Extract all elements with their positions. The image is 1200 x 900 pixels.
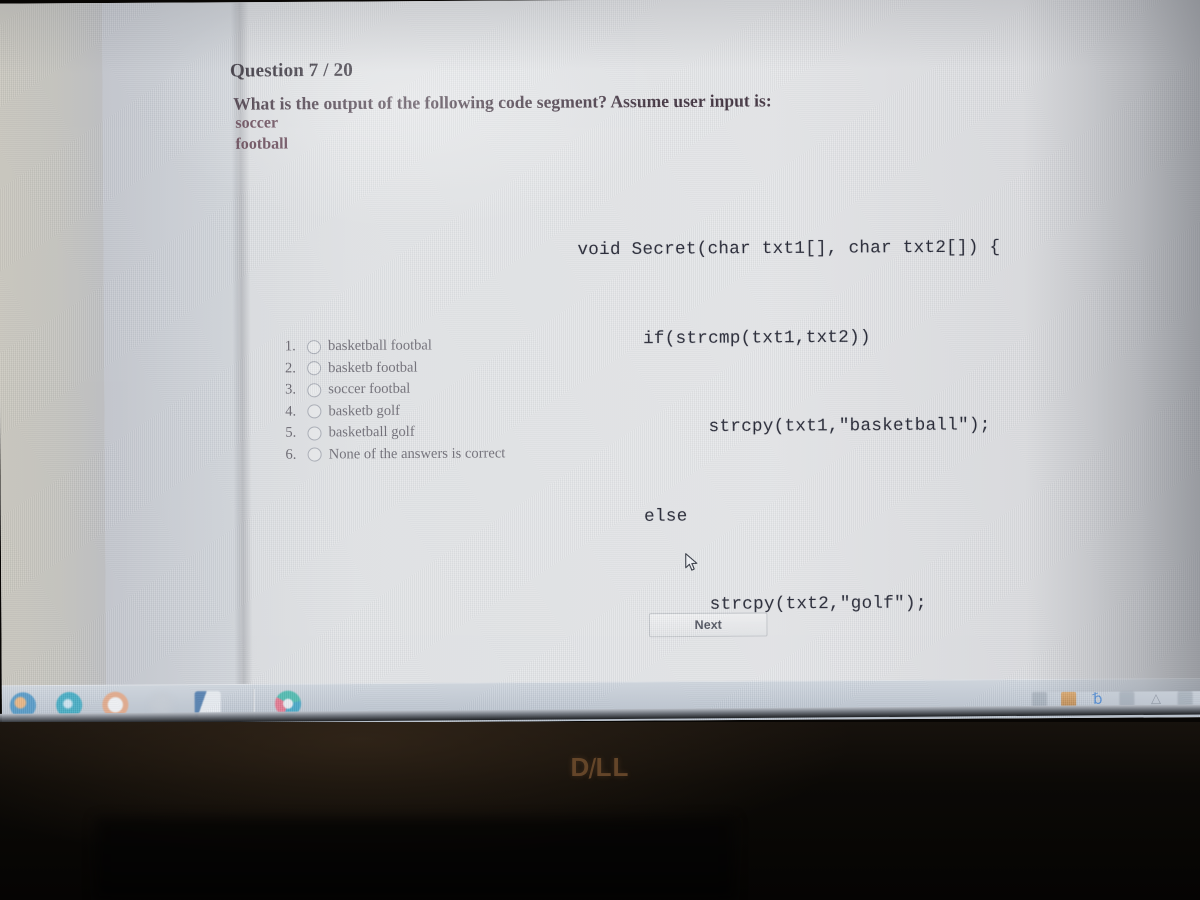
code-line: else — [578, 505, 688, 527]
code-segment: void Secret(char txt1[], char txt2[]) { … — [577, 174, 1010, 724]
wifi-icon[interactable]: △ — [1148, 691, 1163, 706]
answer-option-6[interactable]: 6. None of the answers is correct — [285, 442, 576, 465]
question-prompt: What is the output of the following code… — [233, 90, 772, 114]
answer-options-list: 1. basketball footbal 2. basketb footbal… — [285, 334, 577, 465]
answer-option-2[interactable]: 2. basketb footbal — [285, 356, 576, 379]
monitor-photo: Question 7 / 20 What is the output of th… — [0, 0, 1200, 900]
answer-option-4[interactable]: 4. basketb golf — [285, 399, 576, 422]
next-button[interactable]: Next — [648, 612, 768, 638]
option-number: 5. — [285, 424, 297, 441]
code-line: strcpy(txt1,"basketball"); — [578, 415, 991, 438]
option-number: 4. — [285, 403, 297, 420]
option-number: 1. — [284, 338, 296, 355]
code-line: strcpy(txt2,"golf"); — [579, 593, 927, 616]
answer-option-1[interactable]: 1. basketball footbal — [285, 334, 576, 357]
radio-button-icon[interactable] — [307, 447, 322, 462]
answer-option-5[interactable]: 5. basketball golf — [285, 421, 576, 444]
monitor-screen: Question 7 / 20 What is the output of th… — [0, 0, 1200, 725]
bezel-shadow — [95, 818, 735, 900]
radio-button-icon[interactable] — [307, 361, 322, 376]
option-number: 3. — [285, 381, 297, 398]
network-icon[interactable] — [1119, 691, 1135, 707]
radio-button-icon[interactable] — [307, 404, 322, 419]
option-label: basketball golf — [328, 424, 415, 441]
option-number: 6. — [285, 446, 297, 463]
option-label: basketball footbal — [327, 337, 432, 355]
option-label: None of the answers is correct — [328, 445, 506, 463]
user-input-line-2: football — [235, 135, 289, 153]
radio-button-icon[interactable] — [306, 339, 322, 354]
option-label: basketb footbal — [328, 359, 418, 376]
question-number: Question 7 / 20 — [229, 59, 353, 82]
code-line: if(strcmp(txt1,txt2)) — [577, 327, 871, 350]
option-label: basketb golf — [328, 402, 401, 420]
bluetooth-icon[interactable]: ␢ — [1090, 689, 1105, 707]
code-line: void Secret(char txt1[], char txt2[]) { — [577, 237, 1001, 261]
faint-tray-icon[interactable] — [1031, 691, 1048, 707]
answer-option-3[interactable]: 3. soccer footbal — [285, 378, 576, 401]
option-label: soccer footbal — [328, 380, 411, 398]
amber-square-icon[interactable] — [1061, 691, 1077, 707]
dell-brand-logo: D∕LL — [570, 752, 630, 784]
speaker-icon[interactable] — [1177, 690, 1193, 706]
user-input-line-1: soccer — [235, 114, 279, 132]
radio-button-icon[interactable] — [307, 382, 322, 398]
quiz-page: Question 7 / 20 What is the output of th… — [0, 0, 1200, 705]
option-number: 2. — [284, 360, 296, 377]
radio-button-icon[interactable] — [307, 426, 322, 441]
